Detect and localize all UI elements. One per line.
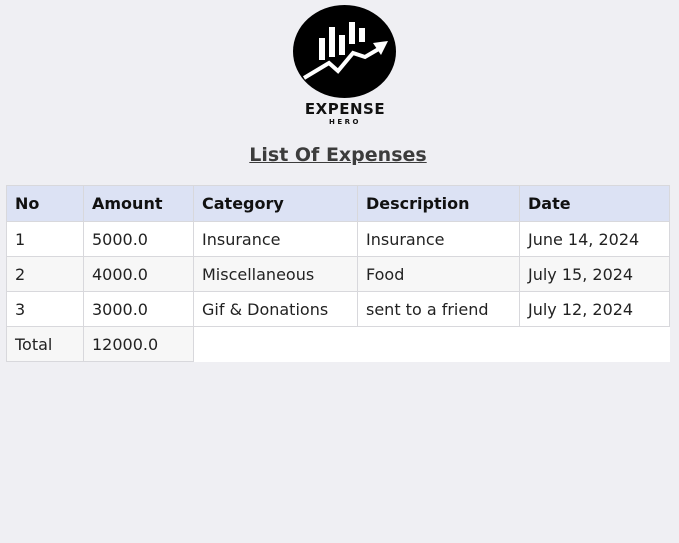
rising-bar-chart-icon bbox=[293, 5, 396, 98]
cell-amount: 5000.0 bbox=[83, 221, 194, 257]
cell-category: Gif & Donations bbox=[193, 291, 358, 327]
cell-no: 2 bbox=[6, 256, 84, 292]
page-title: List Of Expenses bbox=[249, 144, 427, 166]
cell-date: June 14, 2024 bbox=[519, 221, 670, 257]
total-row: Total 12000.0 bbox=[6, 326, 670, 362]
cell-no: 1 bbox=[6, 221, 84, 257]
cell-amount: 3000.0 bbox=[83, 291, 194, 327]
cell-no: 3 bbox=[6, 291, 84, 327]
total-value: 12000.0 bbox=[83, 326, 194, 362]
expenses-table: No Amount Category Description Date 1 50… bbox=[6, 185, 670, 362]
brand-tagline: HERO bbox=[329, 118, 361, 126]
brand-title: EXPENSE bbox=[304, 100, 386, 118]
cell-description: Food bbox=[357, 256, 520, 292]
column-header-category: Category bbox=[193, 185, 358, 222]
column-header-description: Description bbox=[357, 185, 520, 222]
cell-description: sent to a friend bbox=[357, 291, 520, 327]
cell-date: July 12, 2024 bbox=[519, 291, 670, 327]
brand-name: EXPENSE HERO bbox=[290, 100, 400, 127]
table-row: 2 4000.0 Miscellaneous Food July 15, 202… bbox=[6, 256, 670, 292]
cell-category: Miscellaneous bbox=[193, 256, 358, 292]
column-header-amount: Amount bbox=[83, 185, 194, 222]
total-row-filler bbox=[193, 326, 670, 362]
total-label: Total bbox=[6, 326, 84, 362]
cell-date: July 15, 2024 bbox=[519, 256, 670, 292]
cell-category: Insurance bbox=[193, 221, 358, 257]
cell-description: Insurance bbox=[357, 221, 520, 257]
table-header-row: No Amount Category Description Date bbox=[6, 185, 670, 222]
column-header-date: Date bbox=[519, 185, 670, 222]
table-row: 3 3000.0 Gif & Donations sent to a frien… bbox=[6, 291, 670, 327]
column-header-no: No bbox=[6, 185, 84, 222]
cell-amount: 4000.0 bbox=[83, 256, 194, 292]
table-row: 1 5000.0 Insurance Insurance June 14, 20… bbox=[6, 221, 670, 257]
app-logo bbox=[293, 5, 396, 98]
